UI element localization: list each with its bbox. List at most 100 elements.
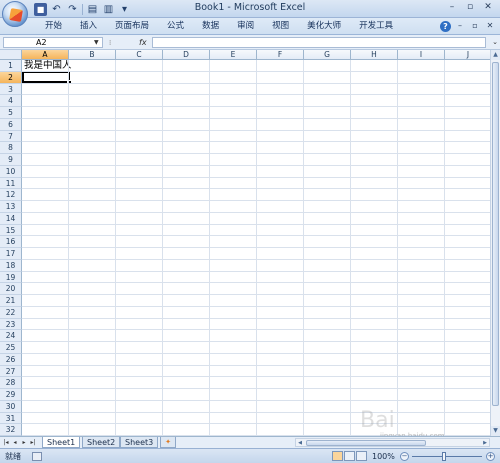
column-header-e[interactable]: E bbox=[210, 50, 257, 60]
row-header-3[interactable]: 3 bbox=[0, 83, 22, 96]
scroll-right-icon[interactable]: ▶ bbox=[481, 439, 489, 447]
column-header-j[interactable]: J bbox=[445, 50, 490, 60]
row-header-1[interactable]: 1 bbox=[0, 60, 22, 72]
chevron-down-icon[interactable]: ▼ bbox=[94, 37, 99, 48]
scroll-left-icon[interactable]: ◀ bbox=[296, 439, 304, 447]
active-cell-a2[interactable] bbox=[22, 71, 70, 83]
tab-home[interactable]: 开始 bbox=[36, 20, 71, 33]
column-header-c[interactable]: C bbox=[116, 50, 163, 60]
prev-sheet-icon[interactable]: ◂ bbox=[11, 438, 19, 447]
row-header-24[interactable]: 24 bbox=[0, 330, 22, 342]
row-header-21[interactable]: 21 bbox=[0, 295, 22, 307]
column-header-f[interactable]: F bbox=[257, 50, 304, 60]
doc-restore-icon[interactable]: ▫ bbox=[469, 20, 481, 32]
row-header-26[interactable]: 26 bbox=[0, 353, 22, 366]
row-header-30[interactable]: 30 bbox=[0, 400, 22, 413]
tab-insert[interactable]: 插入 bbox=[71, 20, 106, 33]
expand-formula-bar-icon[interactable]: ⌄ bbox=[492, 37, 498, 48]
maximize-icon[interactable]: ▫ bbox=[462, 1, 478, 14]
row-header-20[interactable]: 20 bbox=[0, 283, 22, 295]
row-header-23[interactable]: 23 bbox=[0, 318, 22, 331]
row-header-14[interactable]: 14 bbox=[0, 212, 22, 225]
help-icon[interactable]: ? bbox=[440, 20, 451, 32]
scroll-up-icon[interactable]: ▲ bbox=[491, 50, 500, 60]
row-header-22[interactable]: 22 bbox=[0, 306, 22, 319]
row-header-28[interactable]: 28 bbox=[0, 377, 22, 389]
column-header-a[interactable]: A bbox=[22, 50, 69, 60]
first-sheet-icon[interactable]: |◂ bbox=[2, 438, 10, 447]
formula-bar-grip-icon[interactable]: ⁞ bbox=[109, 39, 115, 47]
row-header-12[interactable]: 12 bbox=[0, 189, 22, 201]
doc-close-icon[interactable]: ✕ bbox=[484, 20, 496, 32]
row-header-6[interactable]: 6 bbox=[0, 118, 22, 131]
cell-a1[interactable]: 我是中国人 bbox=[24, 61, 72, 71]
scroll-down-icon[interactable]: ▼ bbox=[491, 426, 500, 436]
row-header-13[interactable]: 13 bbox=[0, 201, 22, 213]
tab-data[interactable]: 数据 bbox=[193, 20, 228, 33]
macro-record-icon[interactable] bbox=[32, 452, 42, 461]
row-header-2[interactable]: 2 bbox=[0, 71, 22, 84]
row-header-18[interactable]: 18 bbox=[0, 259, 22, 272]
horizontal-scrollbar[interactable]: ◀ ▶ bbox=[295, 438, 490, 447]
row-header-5[interactable]: 5 bbox=[0, 107, 22, 119]
row-header-8[interactable]: 8 bbox=[0, 142, 22, 154]
doc-minimize-icon[interactable]: – bbox=[454, 20, 466, 32]
row-header-10[interactable]: 10 bbox=[0, 165, 22, 178]
page-break-view-icon[interactable] bbox=[356, 451, 367, 461]
row-header-27[interactable]: 27 bbox=[0, 365, 22, 378]
row-header-32[interactable]: 32 bbox=[0, 424, 22, 436]
row-header-19[interactable]: 19 bbox=[0, 271, 22, 284]
insert-sheet-icon[interactable]: ✦ bbox=[160, 437, 176, 448]
sheet-tab-sheet2[interactable]: Sheet2 bbox=[82, 437, 121, 448]
worksheet-grid[interactable]: 我是中国人 A B C D E F G H I J 1 2 3 4 5 6 7 8 9 10 11 12 13 14 15 16 1… bbox=[0, 50, 490, 436]
formula-input[interactable] bbox=[152, 37, 486, 48]
name-box[interactable]: A2 bbox=[3, 37, 103, 48]
next-sheet-icon[interactable]: ▸ bbox=[20, 438, 28, 447]
row-header-7[interactable]: 7 bbox=[0, 130, 22, 143]
column-header-b[interactable]: B bbox=[69, 50, 116, 60]
last-sheet-icon[interactable]: ▸| bbox=[29, 438, 37, 447]
minimize-icon[interactable]: – bbox=[444, 1, 460, 14]
tab-page-layout[interactable]: 页面布局 bbox=[106, 20, 158, 33]
select-all-corner[interactable] bbox=[0, 50, 22, 60]
zoom-slider-track[interactable] bbox=[412, 456, 482, 457]
tab-view[interactable]: 视图 bbox=[263, 20, 298, 33]
sheet-tab-sheet1[interactable]: Sheet1 bbox=[42, 437, 81, 448]
row-header-25[interactable]: 25 bbox=[0, 342, 22, 354]
page-layout-view-icon[interactable] bbox=[344, 451, 355, 461]
row-header-11[interactable]: 11 bbox=[0, 177, 22, 190]
column-header-i[interactable]: I bbox=[398, 50, 445, 60]
zoom-slider-thumb[interactable] bbox=[442, 452, 446, 461]
row-header-15[interactable]: 15 bbox=[0, 224, 22, 237]
gridline-vertical bbox=[68, 60, 69, 436]
horizontal-scroll-thumb[interactable] bbox=[306, 440, 426, 446]
row-header-16[interactable]: 16 bbox=[0, 236, 22, 248]
row-header-17[interactable]: 17 bbox=[0, 248, 22, 260]
tab-beautify-master[interactable]: 美化大师 bbox=[298, 20, 350, 33]
gridline-vertical bbox=[162, 60, 163, 436]
zoom-in-icon[interactable]: + bbox=[486, 452, 495, 461]
status-bar: 就绪 100% − + bbox=[0, 448, 500, 463]
zoom-level[interactable]: 100% bbox=[372, 451, 395, 462]
row-header-29[interactable]: 29 bbox=[0, 389, 22, 401]
column-header-h[interactable]: H bbox=[351, 50, 398, 60]
ribbon: 开始 插入 页面布局 公式 数据 审阅 视图 美化大师 开发工具 ? – ▫ ✕ bbox=[0, 18, 500, 35]
close-icon[interactable]: ✕ bbox=[480, 1, 496, 14]
sheet-tab-sheet3[interactable]: Sheet3 bbox=[120, 437, 159, 448]
tab-review[interactable]: 审阅 bbox=[228, 20, 263, 33]
window-controls: – ▫ ✕ bbox=[444, 1, 496, 14]
row-header-4[interactable]: 4 bbox=[0, 95, 22, 107]
row-header-31[interactable]: 31 bbox=[0, 412, 22, 425]
insert-function-icon[interactable]: fx bbox=[139, 37, 147, 48]
vertical-scroll-thumb[interactable] bbox=[492, 62, 499, 406]
office-button[interactable] bbox=[2, 1, 28, 27]
column-header-d[interactable]: D bbox=[163, 50, 210, 60]
zoom-out-icon[interactable]: − bbox=[400, 452, 409, 461]
tab-developer[interactable]: 开发工具 bbox=[350, 20, 402, 33]
vertical-scrollbar[interactable]: ▲ ▼ bbox=[490, 50, 500, 436]
normal-view-icon[interactable] bbox=[332, 451, 343, 461]
tab-formulas[interactable]: 公式 bbox=[158, 20, 193, 33]
gridline-horizontal bbox=[22, 200, 490, 201]
row-header-9[interactable]: 9 bbox=[0, 154, 22, 166]
column-header-g[interactable]: G bbox=[304, 50, 351, 60]
